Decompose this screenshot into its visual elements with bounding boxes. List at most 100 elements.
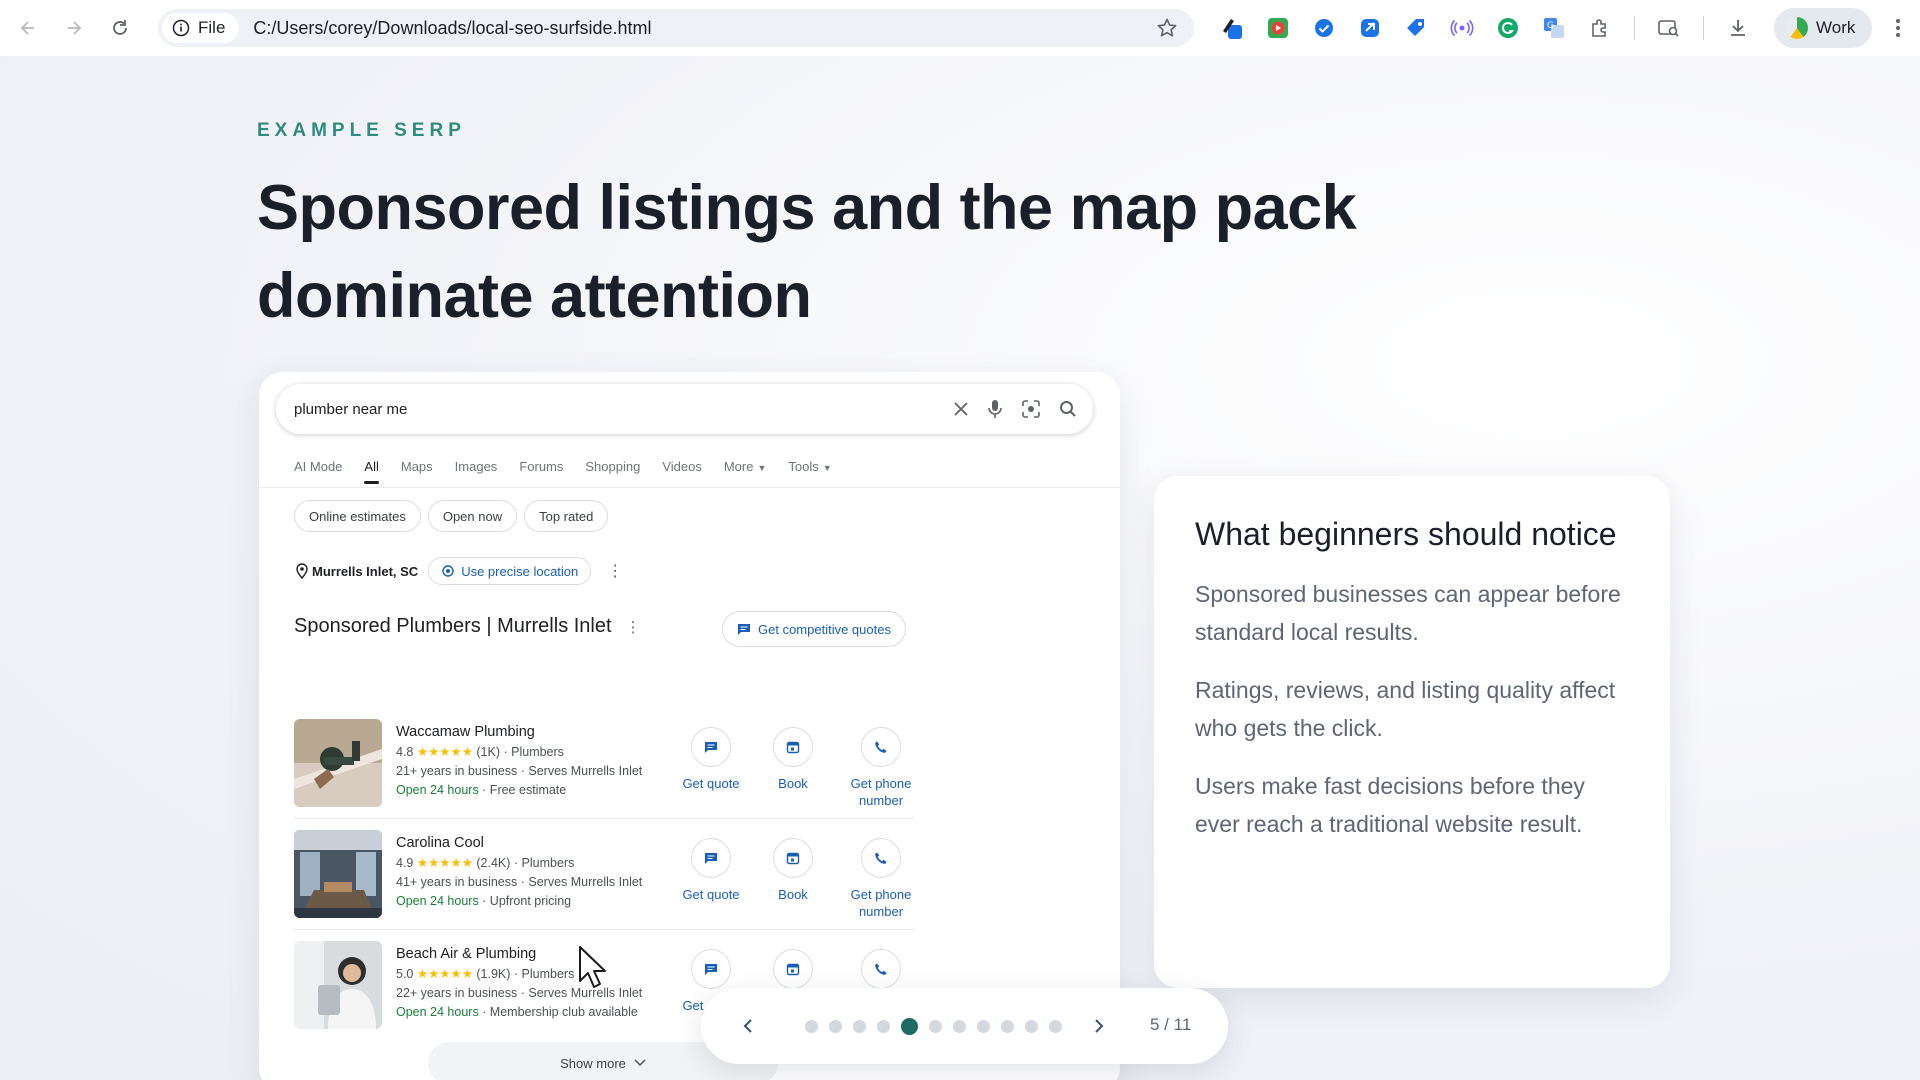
calendar-icon — [773, 949, 813, 989]
tab-maps[interactable]: Maps — [401, 459, 433, 484]
get-phone-number-button[interactable]: Get phone number — [841, 838, 921, 920]
clear-icon[interactable] — [953, 401, 969, 417]
forward-button[interactable] — [54, 8, 94, 48]
listing-photo — [294, 830, 382, 918]
tab-shopping[interactable]: Shopping — [585, 459, 640, 484]
business-category: Plumbers — [521, 856, 575, 870]
site-info-chip[interactable]: File — [162, 13, 240, 43]
tab-more[interactable]: More ▼ — [724, 459, 767, 484]
pager-dot[interactable] — [1001, 1020, 1014, 1033]
get-competitive-quotes-button[interactable]: Get competitive quotes — [722, 611, 906, 647]
sponsored-section-title: Sponsored Plumbers | Murrells Inlet ⋮ — [294, 615, 641, 638]
get-quote-button[interactable]: Get quote — [671, 727, 751, 792]
listing-divider — [294, 929, 914, 930]
tab-ai-mode[interactable]: AI Mode — [294, 459, 342, 484]
chat-icon — [691, 727, 731, 767]
next-slide-button[interactable] — [1083, 1010, 1115, 1042]
hours-line: Open 24 hours · Free estimate — [396, 781, 666, 800]
open-status: Open 24 hours — [396, 783, 479, 797]
pager-dot[interactable] — [977, 1020, 990, 1033]
precise-location-button[interactable]: Use precise location — [428, 557, 592, 585]
profile-label: Work — [1816, 18, 1856, 37]
notice-point: Users make fast decisions before they ev… — [1195, 773, 1585, 837]
extension-check-icon[interactable] — [1308, 12, 1340, 44]
get-quote-button[interactable]: Get quote — [671, 838, 751, 903]
reload-button[interactable] — [100, 8, 140, 48]
extensions-row: G — [1216, 12, 1754, 44]
chip-open-now[interactable]: Open now — [427, 500, 518, 532]
tab-images[interactable]: Images — [455, 459, 498, 484]
notice-point: Sponsored businesses can appear before s… — [1195, 581, 1621, 645]
business-name[interactable]: Carolina Cool — [396, 834, 666, 853]
more-vertical-icon — [1896, 19, 1900, 37]
microphone-icon[interactable] — [987, 399, 1003, 419]
extension-grammar-icon[interactable] — [1492, 12, 1524, 44]
business-name[interactable]: Beach Air & Plumbing — [396, 945, 666, 964]
bookmark-button[interactable] — [1156, 17, 1178, 44]
phone-icon — [861, 727, 901, 767]
section-more-icon[interactable]: ⋮ — [626, 618, 641, 636]
sponsored-title-text: Sponsored Plumbers | Murrells Inlet — [294, 615, 612, 637]
download-icon[interactable] — [1722, 12, 1754, 44]
listing-row[interactable]: Waccamaw Plumbing 4.8 ★★★★★ (1K) · Plumb… — [294, 719, 914, 829]
rating-value: 4.9 — [396, 856, 414, 870]
search-icon[interactable] — [1059, 400, 1077, 418]
slide-headline: Sponsored listings and the map pack domi… — [257, 164, 1457, 340]
tab-tools[interactable]: Tools ▼ — [788, 459, 831, 484]
url-text[interactable]: C:/Users/corey/Downloads/local-seo-surfs… — [253, 18, 651, 39]
listing-info: Beach Air & Plumbing 5.0 ★★★★★ (1.9K) · … — [396, 945, 666, 1022]
extension-broadcast-icon[interactable] — [1446, 12, 1478, 44]
extension-shield-icon[interactable] — [1354, 12, 1386, 44]
pager-dot[interactable] — [1025, 1020, 1038, 1033]
pager-dot[interactable] — [929, 1020, 942, 1033]
chip-top-rated[interactable]: Top rated — [524, 500, 609, 532]
chat-icon — [691, 949, 731, 989]
pager-dot[interactable] — [829, 1020, 842, 1033]
book-label: Book — [778, 887, 808, 902]
pager-dot-active[interactable] — [901, 1018, 918, 1035]
get-quote-label: Get quote — [682, 776, 740, 791]
book-button[interactable]: Book — [753, 838, 833, 903]
browser-menu-button[interactable] — [1882, 12, 1914, 44]
profile-button[interactable]: Work — [1774, 8, 1872, 48]
back-button[interactable] — [8, 8, 48, 48]
book-button[interactable]: Book — [753, 727, 833, 792]
pager-dot[interactable] — [853, 1020, 866, 1033]
rating-value: 4.8 — [396, 745, 414, 759]
chevron-down-icon — [634, 1059, 646, 1067]
extension-paint-icon[interactable] — [1216, 12, 1248, 44]
pager-dot[interactable] — [877, 1020, 890, 1033]
lens-icon[interactable] — [1021, 399, 1041, 419]
location-more-icon[interactable]: ⋮ — [607, 561, 623, 581]
hours-line: Open 24 hours · Upfront pricing — [396, 892, 666, 911]
rating-line: 4.9 ★★★★★ (2.4K) · Plumbers — [396, 856, 575, 870]
toolbar-divider — [1634, 16, 1635, 40]
business-name[interactable]: Waccamaw Plumbing — [396, 723, 666, 742]
quotes-label: Get competitive quotes — [758, 621, 891, 637]
tab-search-icon[interactable] — [1653, 12, 1685, 44]
tab-more-label: More — [723, 459, 754, 474]
pager-dot[interactable] — [805, 1020, 818, 1033]
listing-row[interactable]: Carolina Cool 4.9 ★★★★★ (2.4K) · Plumber… — [294, 830, 914, 940]
pager-dot[interactable] — [953, 1020, 966, 1033]
chat-icon — [738, 624, 750, 635]
search-query[interactable]: plumber near me — [294, 401, 953, 418]
arrow-left-icon — [20, 21, 34, 35]
tab-videos[interactable]: Videos — [662, 459, 702, 484]
extensions-puzzle-icon[interactable] — [1584, 12, 1616, 44]
toolbar-divider — [1703, 16, 1704, 40]
tab-all[interactable]: All — [364, 459, 380, 484]
profile-avatar-icon — [1786, 17, 1808, 39]
tab-forums[interactable]: Forums — [519, 459, 563, 484]
caret-down-icon: ▼ — [822, 463, 832, 473]
previous-slide-button[interactable] — [732, 1010, 764, 1042]
chip-online-estimates[interactable]: Online estimates — [294, 500, 421, 532]
extension-translate-icon[interactable]: G — [1538, 12, 1570, 44]
address-bar[interactable]: File C:/Users/corey/Downloads/local-seo-… — [158, 9, 1194, 47]
get-phone-number-button[interactable]: Get phone number — [841, 727, 921, 809]
search-box[interactable]: plumber near me — [276, 384, 1093, 434]
listing-info: Carolina Cool 4.9 ★★★★★ (2.4K) · Plumber… — [396, 834, 666, 911]
extension-record-icon[interactable] — [1262, 12, 1294, 44]
pager-dot[interactable] — [1049, 1020, 1062, 1033]
extension-tag-icon[interactable] — [1400, 12, 1432, 44]
